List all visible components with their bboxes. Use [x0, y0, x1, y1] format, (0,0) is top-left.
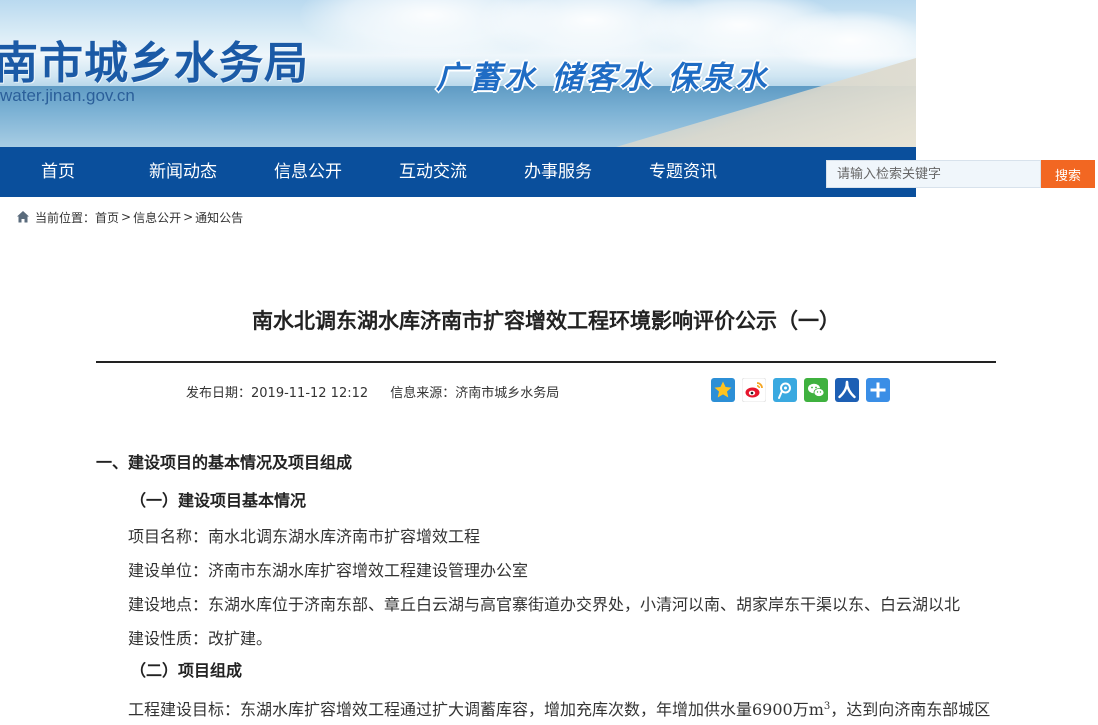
- section-heading: 一、建设项目的基本情况及项目组成: [96, 453, 353, 472]
- builder: 建设单位：济南市东湖水库扩容增效工程建设管理办公室: [128, 561, 529, 580]
- search-button[interactable]: 搜索: [1041, 160, 1095, 188]
- weibo-icon[interactable]: [742, 378, 766, 402]
- publish-date: 发布日期：2019-11-12 12:12: [186, 386, 369, 401]
- nav-item-info[interactable]: 信息公开: [253, 147, 363, 197]
- construction-goal: 工程建设目标：东湖水库扩容增效工程通过扩大调蓄库容，增加充库次数，年增加供水量6…: [96, 690, 996, 724]
- breadcrumb-home[interactable]: 首页: [95, 209, 119, 226]
- share-bar: [711, 378, 897, 402]
- article-meta: 发布日期：2019-11-12 12:12 信息来源：济南市城乡水务局: [186, 382, 577, 401]
- search-box: 搜索: [826, 160, 1096, 188]
- nav-item-news[interactable]: 新闻动态: [128, 147, 238, 197]
- article-body: 一、建设项目的基本情况及项目组成 （一）建设项目基本情况 项目名称：南水北调东湖…: [96, 448, 996, 724]
- nav-item-home[interactable]: 首页: [3, 147, 113, 197]
- location: 建设地点：东湖水库位于济南东部、章丘白云湖与高官寨街道办交界处，小清河以南、胡家…: [128, 595, 961, 614]
- goal-text-suffix: ，达到向济南东部城区: [830, 700, 991, 719]
- header-banner: 南市城乡水务局 water.jinan.gov.cn 广蓄水 储客水 保泉水: [0, 0, 916, 147]
- breadcrumb: 当前位置： 首页 > 信息公开 > 通知公告: [16, 208, 243, 226]
- search-input[interactable]: [826, 160, 1041, 188]
- title-divider: [96, 361, 996, 363]
- info-source: 信息来源：济南市城乡水务局: [390, 386, 560, 401]
- site-title[interactable]: 南市城乡水务局: [0, 27, 309, 91]
- site-url: water.jinan.gov.cn: [0, 86, 135, 105]
- project-name: 项目名称：南水北调东湖水库济南市扩容增效工程: [128, 527, 481, 546]
- qzone-icon[interactable]: [711, 378, 735, 402]
- renren-icon[interactable]: [835, 378, 859, 402]
- nav-item-services[interactable]: 办事服务: [503, 147, 613, 197]
- wechat-icon[interactable]: [804, 378, 828, 402]
- more-share-icon[interactable]: [866, 378, 890, 402]
- subsection-heading: （二）项目组成: [130, 661, 243, 680]
- slogan: 广蓄水 储客水 保泉水: [436, 60, 770, 96]
- tencent-weibo-icon[interactable]: [773, 378, 797, 402]
- nav-item-topics[interactable]: 专题资讯: [628, 147, 738, 197]
- nature: 建设性质：改扩建。: [128, 629, 273, 648]
- home-icon: [16, 210, 30, 224]
- subsection-heading: （一）建设项目基本情况: [130, 491, 307, 510]
- article-title: 南水北调东湖水库济南市扩容增效工程环境影响评价公示（一）: [252, 309, 840, 333]
- breadcrumb-separator: >: [121, 210, 132, 224]
- breadcrumb-info[interactable]: 信息公开: [133, 209, 181, 226]
- goal-text: 工程建设目标：东湖水库扩容增效工程通过扩大调蓄库容，增加充库次数，年增加供水量6…: [128, 700, 824, 719]
- breadcrumb-separator: >: [183, 210, 194, 224]
- nav-item-interaction[interactable]: 互动交流: [378, 147, 488, 197]
- main-nav: 首页 新闻动态 信息公开 互动交流 办事服务 专题资讯: [0, 147, 916, 197]
- breadcrumb-prefix: 当前位置：: [35, 210, 96, 225]
- breadcrumb-notices[interactable]: 通知公告: [195, 209, 243, 226]
